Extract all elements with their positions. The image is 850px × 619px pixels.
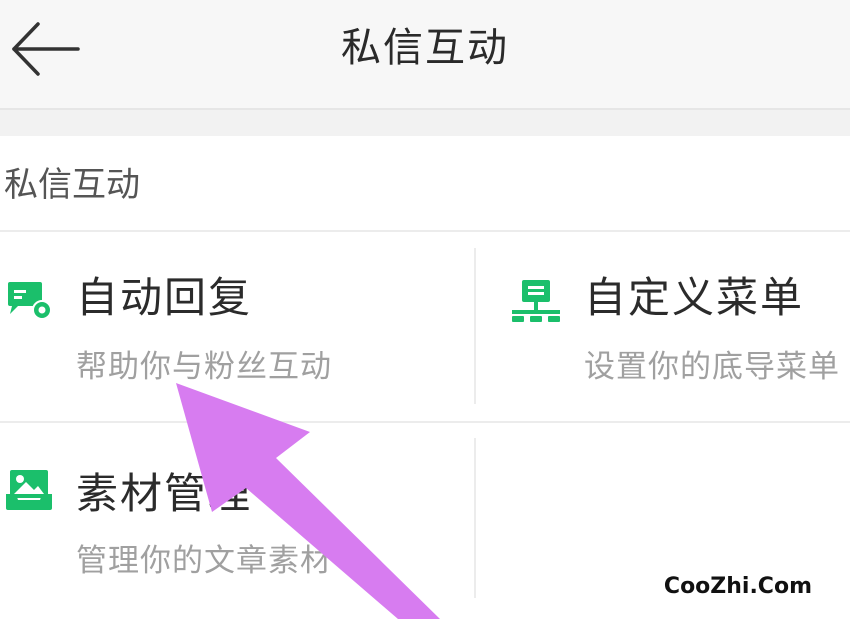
auto-reply-desc: 帮助你与粉丝互动 <box>76 349 332 385</box>
chat-gear-icon <box>6 280 54 322</box>
section-title: 私信互动 <box>4 165 140 205</box>
menu-tree-icon <box>510 278 562 324</box>
custom-menu-item[interactable]: 自定义菜单 设置你的底导菜单 <box>476 234 850 420</box>
auto-reply-title: 自动回复 <box>76 273 253 322</box>
column-divider <box>474 438 476 598</box>
image-tray-icon <box>4 468 54 512</box>
custom-menu-title: 自定义菜单 <box>584 273 805 322</box>
material-management-title: 素材管理 <box>76 469 253 518</box>
material-management-item[interactable]: 素材管理 管理你的文章素材 <box>0 424 474 604</box>
custom-menu-desc: 设置你的底导菜单 <box>584 349 840 385</box>
material-management-desc: 管理你的文章素材 <box>76 543 332 579</box>
page-title: 私信互动 <box>341 25 509 71</box>
top-navigation-bar: 私信互动 <box>0 0 850 110</box>
section-header: 私信互动 <box>0 136 850 232</box>
auto-reply-item[interactable]: 自动回复 帮助你与粉丝互动 <box>0 234 474 420</box>
private-message-section: 私信互动 自动回复 帮助你与粉丝互动 自定义菜单 设置你的底导菜单 素材管理 管… <box>0 136 850 619</box>
row-divider <box>0 421 850 423</box>
watermark: CooZhi.Com <box>659 571 816 603</box>
